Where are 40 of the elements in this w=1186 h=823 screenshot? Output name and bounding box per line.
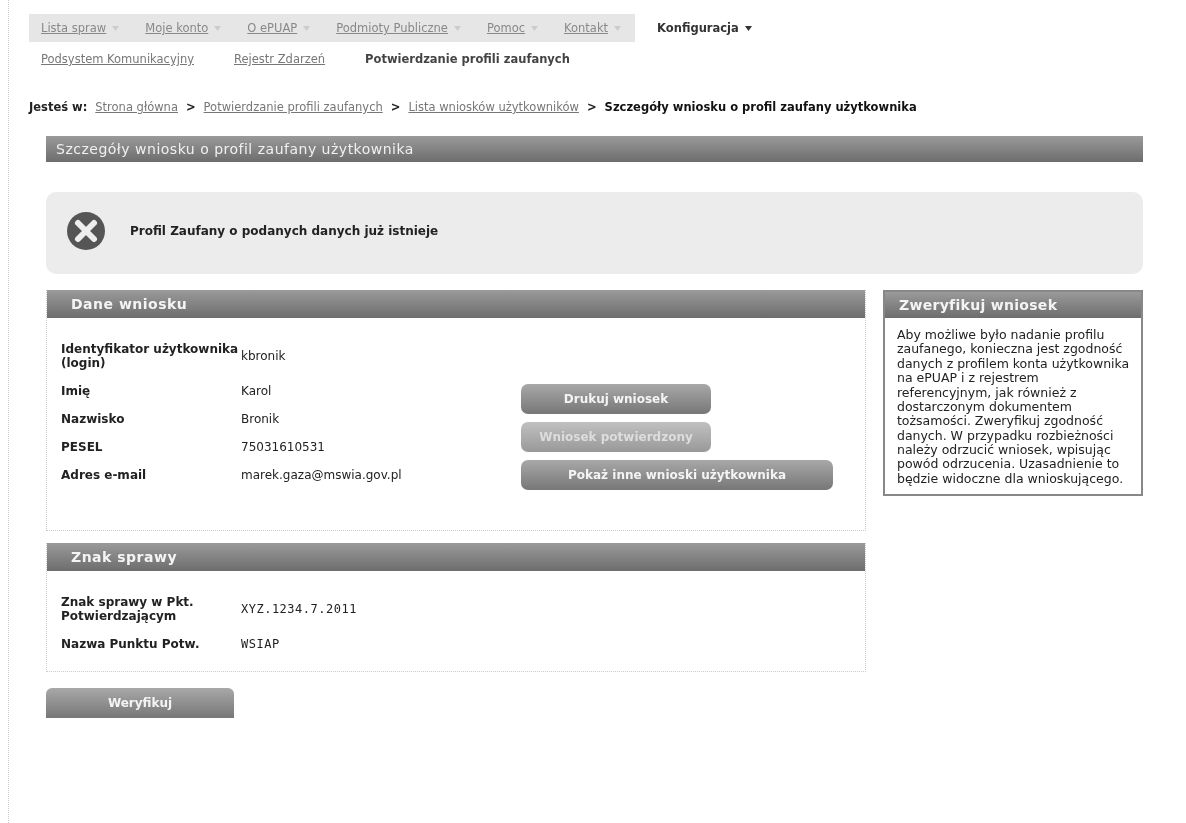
nav-tab[interactable]: Lista spraw [29,14,134,42]
alert-message: Profil Zaufany o podanych danych już istnieje [130,224,439,238]
field-value: XYZ.1234.7.2011 [241,602,357,616]
breadcrumb-current: Szczegóły wniosku o profil zaufany użytkownika [604,100,917,114]
breadcrumb-separator: > [185,100,196,114]
field-value: WSIAP [241,637,280,651]
field-value: Bronik [241,412,280,426]
breadcrumb-link[interactable]: Lista wniosków użytkowników [408,100,579,114]
field-label: Adres e-mail [61,468,148,482]
nav-tab[interactable]: Moje konto [133,14,236,42]
field-label: Imię [61,384,92,398]
nav-tab[interactable]: Pomoc [474,14,553,42]
field-value: kbronik [241,349,286,363]
field-value: marek.gaza@mswia.gov.pl [241,468,402,482]
action-button[interactable]: Pokaż inne wnioski użytkownika [521,460,833,490]
nav-tab[interactable]: O ePUAP [235,14,325,42]
page-title: Szczegóły wniosku o profil zaufany użytkownika [46,136,1143,162]
subnav-link[interactable]: Potwierdzanie profili zaufanych [365,52,570,66]
nav-tab[interactable]: Kontakt [552,14,636,42]
action-button[interactable]: Drukuj wniosek [521,384,711,414]
field-value: 75031610531 [241,440,325,454]
field-label: Nazwa Punktu Potw. [61,637,201,651]
field-label: Identyfikator użytkownika (login) [61,342,240,370]
field-label: Nazwisko [61,412,126,426]
breadcrumb-separator: > [586,100,597,114]
panel-header: Dane wniosku [47,290,865,318]
verify-button[interactable]: Weryfikuj [46,688,234,718]
field-label: Znak sprawy w Pkt. Potwierdzającym [61,595,195,623]
panel-header: Zweryfikuj wniosek [884,292,1141,318]
subnav-link[interactable]: Rejestr Zdarzeń [234,52,326,66]
nav-tab[interactable]: Podmioty Publiczne [324,14,475,42]
help-text: Aby możliwe było nadanie profilu zaufanego, konieczna jest zgodność danych z profilem konta użytkownika na ePUAP i z rejestrem referencyjnym, jak również z dostarczonym dokumentem tożsamości. Zweryfikuj zgodność danych. W przypadku rozbieżności należy odrzucić wniosek, wpisując powód odrzucenia. Uzasadnienie to będzie widoczne dla wnioskującego. [895,326,1131,488]
field-label: PESEL [61,440,104,454]
breadcrumb-label: Jesteś w: [29,100,88,114]
breadcrumb-separator: > [390,100,401,114]
panel-header: Znak sprawy [47,543,865,571]
field-value: Karol [241,384,272,398]
breadcrumb-link[interactable]: Potwierdzanie profili zaufanych [203,100,383,114]
breadcrumb-link[interactable]: Strona główna [95,100,178,114]
subnav-link[interactable]: Podsystem Komunikacyjny [41,52,194,66]
